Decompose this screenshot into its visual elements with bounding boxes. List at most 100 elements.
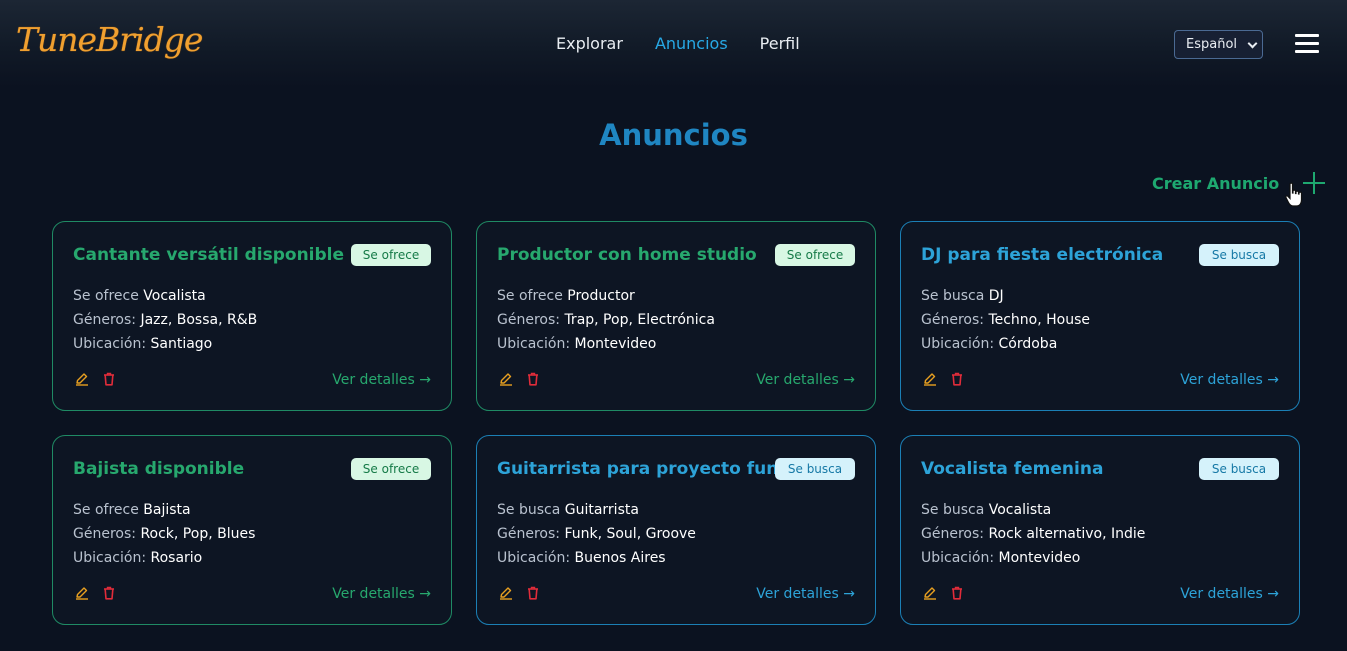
ad-location-line: Ubicación: Rosario — [73, 550, 202, 566]
nav-anuncios[interactable]: Anuncios — [655, 34, 728, 53]
view-details-link[interactable]: Ver detalles → — [1180, 372, 1279, 388]
chevron-down-icon — [1247, 38, 1258, 49]
genres-label: Géneros: — [921, 526, 984, 542]
ad-location: Córdoba — [998, 336, 1058, 352]
trash-icon[interactable] — [103, 372, 115, 386]
ad-type-badge: Se ofrece — [351, 458, 431, 480]
view-details-link[interactable]: Ver detalles → — [756, 372, 855, 388]
pencil-icon[interactable] — [923, 586, 937, 600]
ad-card[interactable]: Bajista disponible Se ofrece Se ofrece B… — [52, 435, 452, 625]
ad-card[interactable]: Cantante versátil disponible Se ofrece S… — [52, 221, 452, 411]
ad-genres-line: Géneros: Jazz, Bossa, R&B — [73, 312, 257, 328]
ad-card[interactable]: Vocalista femenina Se busca Se busca Voc… — [900, 435, 1300, 625]
main-nav: Explorar Anuncios Perfil — [556, 34, 800, 53]
ad-role: DJ — [988, 288, 1004, 304]
language-select[interactable]: Español — [1174, 30, 1263, 59]
ad-role-line: Se ofrece Bajista — [73, 502, 191, 518]
trash-icon[interactable] — [103, 586, 115, 600]
ad-location: Buenos Aires — [574, 550, 666, 566]
trash-icon[interactable] — [951, 586, 963, 600]
plus-icon[interactable] — [1303, 172, 1326, 194]
ad-type-badge: Se busca — [775, 458, 855, 480]
ad-role-line: Se ofrece Productor — [497, 288, 635, 304]
ad-location: Montevideo — [574, 336, 657, 352]
ad-genres: Techno, House — [988, 312, 1091, 328]
view-details-link[interactable]: Ver detalles → — [1180, 586, 1279, 602]
ad-title[interactable]: Guitarrista para proyecto funk — [497, 459, 790, 479]
ad-card[interactable]: DJ para fiesta electrónica Se busca Se b… — [900, 221, 1300, 411]
ad-role-prefix: Se ofrece — [73, 288, 139, 304]
logo[interactable]: TuneBridge — [16, 20, 203, 59]
ad-role: Vocalista — [988, 502, 1052, 518]
ad-genres-line: Géneros: Rock alternativo, Indie — [921, 526, 1145, 542]
genres-label: Géneros: — [73, 312, 136, 328]
ad-type-badge: Se busca — [1199, 458, 1279, 480]
ad-role: Guitarrista — [564, 502, 639, 518]
view-details-link[interactable]: Ver detalles → — [756, 586, 855, 602]
view-details-link[interactable]: Ver detalles → — [332, 586, 431, 602]
pencil-icon[interactable] — [923, 372, 937, 386]
ad-role-line: Se busca Vocalista — [921, 502, 1051, 518]
create-ad-label: Crear Anuncio — [1152, 173, 1280, 193]
ad-genres: Jazz, Bossa, R&B — [140, 312, 258, 328]
ad-location-line: Ubicación: Buenos Aires — [497, 550, 666, 566]
ad-title[interactable]: Productor con home studio — [497, 245, 757, 265]
ad-role: Bajista — [143, 502, 191, 518]
ad-title[interactable]: Vocalista femenina — [921, 459, 1103, 479]
ad-location-line: Ubicación: Santiago — [73, 336, 212, 352]
ad-genres: Rock, Pop, Blues — [140, 526, 256, 542]
ad-type-badge: Se busca — [1199, 244, 1279, 266]
trash-icon[interactable] — [527, 372, 539, 386]
pencil-icon[interactable] — [75, 586, 89, 600]
ad-role-prefix: Se busca — [497, 502, 561, 518]
ad-genres-line: Géneros: Trap, Pop, Electrónica — [497, 312, 715, 328]
ad-title[interactable]: Cantante versátil disponible — [73, 245, 344, 265]
genres-label: Géneros: — [497, 526, 560, 542]
ad-type-badge: Se ofrece — [351, 244, 431, 266]
ad-location: Santiago — [150, 336, 213, 352]
ad-role-line: Se busca Guitarrista — [497, 502, 639, 518]
ad-title[interactable]: Bajista disponible — [73, 459, 244, 479]
trash-icon[interactable] — [951, 372, 963, 386]
ad-title[interactable]: DJ para fiesta electrónica — [921, 245, 1163, 265]
view-details-link[interactable]: Ver detalles → — [332, 372, 431, 388]
location-label: Ubicación: — [73, 336, 147, 352]
location-label: Ubicación: — [921, 550, 995, 566]
genres-label: Géneros: — [73, 526, 136, 542]
nav-explorar[interactable]: Explorar — [556, 34, 623, 53]
ad-role-line: Se ofrece Vocalista — [73, 288, 206, 304]
ad-type-badge: Se ofrece — [775, 244, 855, 266]
ad-role-line: Se busca DJ — [921, 288, 1004, 304]
language-selected: Español — [1186, 37, 1238, 52]
genres-label: Géneros: — [921, 312, 984, 328]
ad-role-prefix: Se ofrece — [497, 288, 563, 304]
location-label: Ubicación: — [497, 550, 571, 566]
ad-role-prefix: Se busca — [921, 288, 985, 304]
pencil-icon[interactable] — [499, 586, 513, 600]
pencil-icon[interactable] — [499, 372, 513, 386]
menu-icon[interactable] — [1295, 33, 1319, 55]
ad-genres-line: Géneros: Techno, House — [921, 312, 1090, 328]
genres-label: Géneros: — [497, 312, 560, 328]
page-title: Anuncios — [599, 118, 748, 152]
ad-genres: Rock alternativo, Indie — [988, 526, 1146, 542]
ad-card[interactable]: Productor con home studio Se ofrece Se o… — [476, 221, 876, 411]
hand-cursor-icon — [1285, 182, 1303, 207]
ad-role: Vocalista — [143, 288, 206, 304]
trash-icon[interactable] — [527, 586, 539, 600]
ad-genres: Funk, Soul, Groove — [564, 526, 696, 542]
location-label: Ubicación: — [921, 336, 995, 352]
ad-genres-line: Géneros: Rock, Pop, Blues — [73, 526, 255, 542]
location-label: Ubicación: — [73, 550, 147, 566]
ad-location-line: Ubicación: Montevideo — [497, 336, 656, 352]
ad-role: Productor — [567, 288, 635, 304]
ad-location-line: Ubicación: Montevideo — [921, 550, 1080, 566]
ad-location: Rosario — [150, 550, 203, 566]
pencil-icon[interactable] — [75, 372, 89, 386]
ad-genres: Trap, Pop, Electrónica — [564, 312, 715, 328]
top-header: TuneBridge Explorar Anuncios Perfil Espa… — [0, 0, 1347, 88]
nav-perfil[interactable]: Perfil — [760, 34, 800, 53]
ad-card[interactable]: Guitarrista para proyecto funk Se busca … — [476, 435, 876, 625]
ad-genres-line: Géneros: Funk, Soul, Groove — [497, 526, 696, 542]
ad-role-prefix: Se busca — [921, 502, 985, 518]
